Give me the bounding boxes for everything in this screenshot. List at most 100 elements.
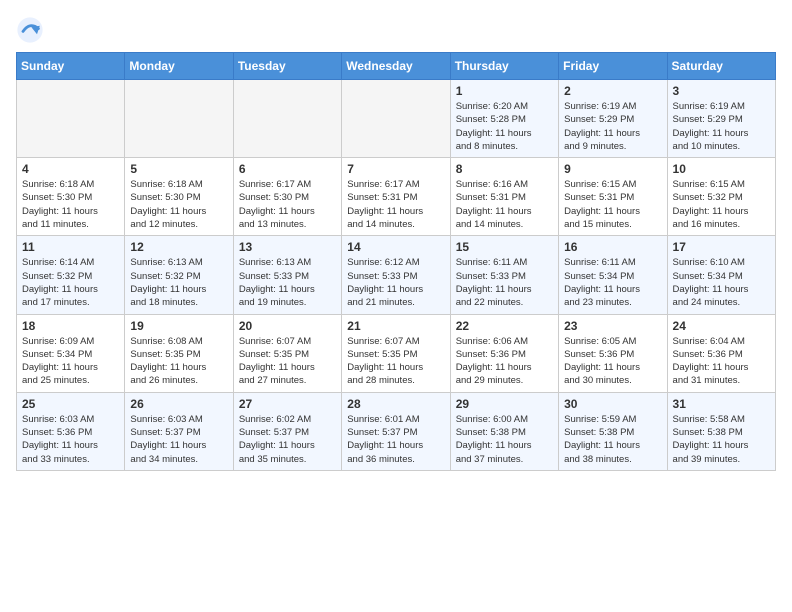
day-number: 21: [347, 319, 444, 333]
day-number: 30: [564, 397, 661, 411]
day-number: 2: [564, 84, 661, 98]
day-number: 16: [564, 240, 661, 254]
day-number: 20: [239, 319, 336, 333]
day-info: Sunrise: 6:14 AM Sunset: 5:32 PM Dayligh…: [22, 256, 119, 309]
day-number: 10: [673, 162, 770, 176]
day-info: Sunrise: 6:09 AM Sunset: 5:34 PM Dayligh…: [22, 335, 119, 388]
calendar-cell: 23 Sunrise: 6:05 AM Sunset: 5:36 PM Dayli…: [559, 314, 667, 392]
day-number: 24: [673, 319, 770, 333]
day-number: 15: [456, 240, 553, 254]
calendar-cell: 14 Sunrise: 6:12 AM Sunset: 5:33 PM Dayli…: [342, 236, 450, 314]
day-info: Sunrise: 6:18 AM Sunset: 5:30 PM Dayligh…: [22, 178, 119, 231]
day-info: Sunrise: 6:03 AM Sunset: 5:37 PM Dayligh…: [130, 413, 227, 466]
week-row-3: 11 Sunrise: 6:14 AM Sunset: 5:32 PM Dayli…: [17, 236, 776, 314]
day-info: Sunrise: 6:18 AM Sunset: 5:30 PM Dayligh…: [130, 178, 227, 231]
calendar-cell: 10 Sunrise: 6:15 AM Sunset: 5:32 PM Dayli…: [667, 158, 775, 236]
day-info: Sunrise: 6:19 AM Sunset: 5:29 PM Dayligh…: [673, 100, 770, 153]
day-info: Sunrise: 6:15 AM Sunset: 5:32 PM Dayligh…: [673, 178, 770, 231]
calendar-cell: 18 Sunrise: 6:09 AM Sunset: 5:34 PM Dayli…: [17, 314, 125, 392]
day-number: 23: [564, 319, 661, 333]
calendar-cell: 9 Sunrise: 6:15 AM Sunset: 5:31 PM Daylig…: [559, 158, 667, 236]
day-info: Sunrise: 6:04 AM Sunset: 5:36 PM Dayligh…: [673, 335, 770, 388]
day-number: 9: [564, 162, 661, 176]
day-info: Sunrise: 6:02 AM Sunset: 5:37 PM Dayligh…: [239, 413, 336, 466]
day-number: 12: [130, 240, 227, 254]
week-row-1: 1 Sunrise: 6:20 AM Sunset: 5:28 PM Daylig…: [17, 80, 776, 158]
day-info: Sunrise: 6:17 AM Sunset: 5:30 PM Dayligh…: [239, 178, 336, 231]
week-row-2: 4 Sunrise: 6:18 AM Sunset: 5:30 PM Daylig…: [17, 158, 776, 236]
day-header-tuesday: Tuesday: [233, 53, 341, 80]
calendar-cell: 25 Sunrise: 6:03 AM Sunset: 5:36 PM Dayli…: [17, 392, 125, 470]
calendar-table: SundayMondayTuesdayWednesdayThursdayFrid…: [16, 52, 776, 471]
calendar-cell: 30 Sunrise: 5:59 AM Sunset: 5:38 PM Dayli…: [559, 392, 667, 470]
day-number: 6: [239, 162, 336, 176]
day-info: Sunrise: 6:00 AM Sunset: 5:38 PM Dayligh…: [456, 413, 553, 466]
day-number: 7: [347, 162, 444, 176]
calendar-cell: 21 Sunrise: 6:07 AM Sunset: 5:35 PM Dayli…: [342, 314, 450, 392]
day-number: 18: [22, 319, 119, 333]
calendar-cell: [233, 80, 341, 158]
calendar-cell: 7 Sunrise: 6:17 AM Sunset: 5:31 PM Daylig…: [342, 158, 450, 236]
calendar-cell: 24 Sunrise: 6:04 AM Sunset: 5:36 PM Dayli…: [667, 314, 775, 392]
calendar-cell: 5 Sunrise: 6:18 AM Sunset: 5:30 PM Daylig…: [125, 158, 233, 236]
calendar-header-row: SundayMondayTuesdayWednesdayThursdayFrid…: [17, 53, 776, 80]
day-info: Sunrise: 6:12 AM Sunset: 5:33 PM Dayligh…: [347, 256, 444, 309]
day-info: Sunrise: 6:17 AM Sunset: 5:31 PM Dayligh…: [347, 178, 444, 231]
day-number: 1: [456, 84, 553, 98]
calendar-cell: 31Sunrise: 5:58 AM Sunset: 5:38 PM Dayli…: [667, 392, 775, 470]
day-number: 3: [673, 84, 770, 98]
calendar-cell: 4 Sunrise: 6:18 AM Sunset: 5:30 PM Daylig…: [17, 158, 125, 236]
logo: [16, 16, 48, 44]
calendar-cell: 20 Sunrise: 6:07 AM Sunset: 5:35 PM Dayli…: [233, 314, 341, 392]
day-number: 27: [239, 397, 336, 411]
calendar-cell: [125, 80, 233, 158]
day-info: Sunrise: 6:11 AM Sunset: 5:33 PM Dayligh…: [456, 256, 553, 309]
day-info: Sunrise: 6:03 AM Sunset: 5:36 PM Dayligh…: [22, 413, 119, 466]
day-number: 8: [456, 162, 553, 176]
week-row-4: 18 Sunrise: 6:09 AM Sunset: 5:34 PM Dayli…: [17, 314, 776, 392]
day-info: Sunrise: 5:59 AM Sunset: 5:38 PM Dayligh…: [564, 413, 661, 466]
day-number: 14: [347, 240, 444, 254]
day-number: 5: [130, 162, 227, 176]
calendar-cell: 11 Sunrise: 6:14 AM Sunset: 5:32 PM Dayli…: [17, 236, 125, 314]
calendar-cell: 26 Sunrise: 6:03 AM Sunset: 5:37 PM Dayli…: [125, 392, 233, 470]
calendar-cell: 2 Sunrise: 6:19 AM Sunset: 5:29 PM Daylig…: [559, 80, 667, 158]
day-number: 28: [347, 397, 444, 411]
day-number: 25: [22, 397, 119, 411]
day-info: Sunrise: 6:19 AM Sunset: 5:29 PM Dayligh…: [564, 100, 661, 153]
day-header-sunday: Sunday: [17, 53, 125, 80]
day-number: 11: [22, 240, 119, 254]
calendar-cell: 8 Sunrise: 6:16 AM Sunset: 5:31 PM Daylig…: [450, 158, 558, 236]
page-header: [16, 16, 776, 44]
day-info: Sunrise: 6:07 AM Sunset: 5:35 PM Dayligh…: [239, 335, 336, 388]
calendar-cell: 13 Sunrise: 6:13 AM Sunset: 5:33 PM Dayli…: [233, 236, 341, 314]
week-row-5: 25 Sunrise: 6:03 AM Sunset: 5:36 PM Dayli…: [17, 392, 776, 470]
day-info: Sunrise: 6:20 AM Sunset: 5:28 PM Dayligh…: [456, 100, 553, 153]
logo-icon: [16, 16, 44, 44]
calendar-cell: 27 Sunrise: 6:02 AM Sunset: 5:37 PM Dayli…: [233, 392, 341, 470]
calendar-cell: 16 Sunrise: 6:11 AM Sunset: 5:34 PM Dayli…: [559, 236, 667, 314]
calendar-cell: 22Sunrise: 6:06 AM Sunset: 5:36 PM Dayli…: [450, 314, 558, 392]
day-number: 26: [130, 397, 227, 411]
day-number: 13: [239, 240, 336, 254]
day-info: Sunrise: 6:05 AM Sunset: 5:36 PM Dayligh…: [564, 335, 661, 388]
day-number: 19: [130, 319, 227, 333]
day-info: Sunrise: 6:11 AM Sunset: 5:34 PM Dayligh…: [564, 256, 661, 309]
day-header-friday: Friday: [559, 53, 667, 80]
calendar-cell: 3 Sunrise: 6:19 AM Sunset: 5:29 PM Daylig…: [667, 80, 775, 158]
calendar-cell: 1 Sunrise: 6:20 AM Sunset: 5:28 PM Daylig…: [450, 80, 558, 158]
day-info: Sunrise: 6:01 AM Sunset: 5:37 PM Dayligh…: [347, 413, 444, 466]
day-info: Sunrise: 6:13 AM Sunset: 5:33 PM Dayligh…: [239, 256, 336, 309]
day-header-thursday: Thursday: [450, 53, 558, 80]
calendar-cell: 17Sunrise: 6:10 AM Sunset: 5:34 PM Dayli…: [667, 236, 775, 314]
day-info: Sunrise: 6:16 AM Sunset: 5:31 PM Dayligh…: [456, 178, 553, 231]
day-number: 17: [673, 240, 770, 254]
day-header-saturday: Saturday: [667, 53, 775, 80]
calendar-cell: 6 Sunrise: 6:17 AM Sunset: 5:30 PM Daylig…: [233, 158, 341, 236]
day-info: Sunrise: 6:15 AM Sunset: 5:31 PM Dayligh…: [564, 178, 661, 231]
day-header-wednesday: Wednesday: [342, 53, 450, 80]
calendar-cell: 29Sunrise: 6:00 AM Sunset: 5:38 PM Dayli…: [450, 392, 558, 470]
day-info: Sunrise: 6:07 AM Sunset: 5:35 PM Dayligh…: [347, 335, 444, 388]
calendar-cell: 28 Sunrise: 6:01 AM Sunset: 5:37 PM Dayli…: [342, 392, 450, 470]
day-number: 4: [22, 162, 119, 176]
